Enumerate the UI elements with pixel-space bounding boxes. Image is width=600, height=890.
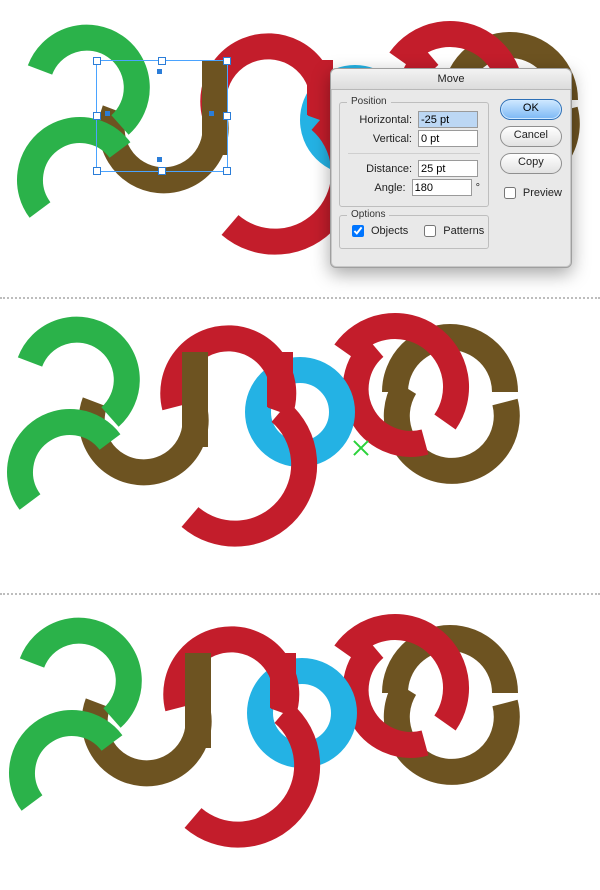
position-legend: Position (347, 96, 391, 107)
move-dialog: Move Position Horizontal: Vertical: Dist… (330, 68, 572, 268)
options-group: Options Objects Patterns (339, 215, 489, 249)
angle-input[interactable] (412, 179, 472, 196)
angle-label: Angle: (348, 182, 406, 194)
angle-unit: ° (476, 182, 480, 194)
options-legend: Options (347, 209, 389, 220)
cancel-button[interactable]: Cancel (500, 126, 562, 147)
dialog-title: Move (331, 69, 571, 90)
vertical-label: Vertical: (348, 133, 412, 145)
panel-divider (0, 297, 600, 299)
objects-checkbox[interactable] (352, 225, 364, 237)
distance-label: Distance: (348, 163, 412, 175)
copy-button[interactable]: Copy (500, 153, 562, 174)
ok-button[interactable]: OK (500, 99, 562, 120)
preview-label: Preview (523, 187, 562, 199)
cursor-crosshair-icon (352, 439, 370, 457)
distance-input[interactable] (418, 160, 478, 177)
selection-bounds[interactable] (96, 60, 228, 172)
patterns-checkbox[interactable] (424, 225, 436, 237)
vertical-input[interactable] (418, 130, 478, 147)
horizontal-input[interactable] (418, 111, 478, 128)
panel-divider (0, 593, 600, 595)
position-group: Position Horizontal: Vertical: Distance:… (339, 102, 489, 207)
preview-checkbox[interactable] (504, 187, 516, 199)
horizontal-label: Horizontal: (348, 114, 412, 126)
patterns-label: Patterns (443, 225, 484, 237)
objects-label: Objects (371, 225, 408, 237)
